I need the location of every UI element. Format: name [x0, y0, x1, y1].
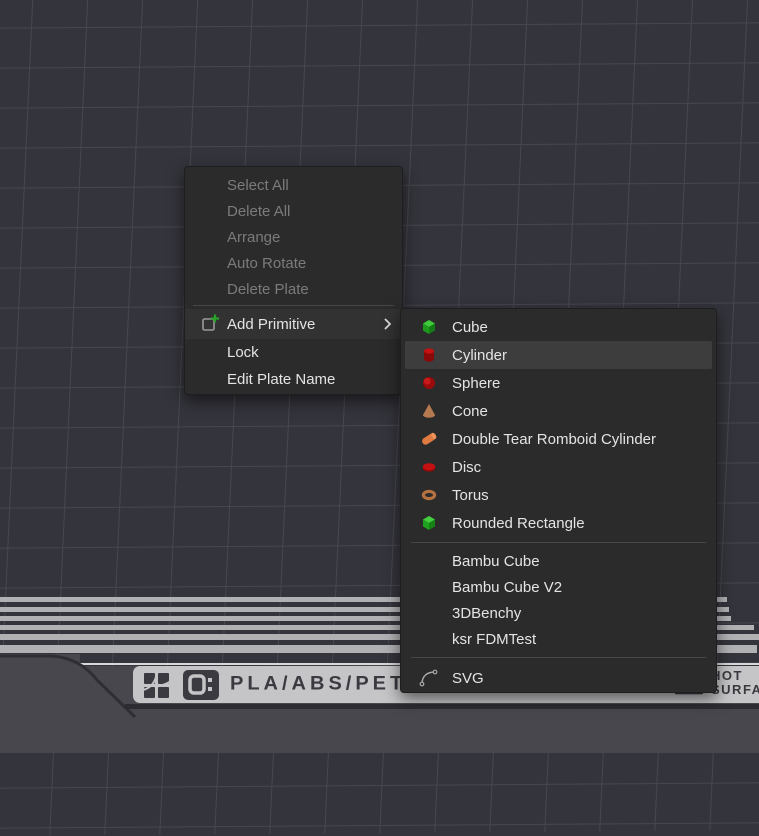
submenu-item-svg[interactable]: SVG [405, 663, 712, 693]
submenu-item-label: Rounded Rectangle [452, 515, 585, 532]
bezier-curve-icon [418, 668, 440, 688]
submenu-item-label: ksr FDMTest [452, 631, 536, 648]
submenu-item-cube[interactable]: Cube [405, 313, 712, 341]
chevron-right-icon [383, 317, 392, 331]
submenu-separator [411, 542, 706, 543]
menu-item-label: Select All [227, 177, 289, 194]
bambu-windmill-logo [142, 670, 172, 700]
menu-item-edit-plate-name[interactable]: Edit Plate Name [185, 366, 402, 393]
submenu-item-disc[interactable]: Disc [405, 453, 712, 481]
menu-item-label: Lock [227, 344, 259, 361]
submenu-item-label: Cone [452, 403, 488, 420]
menu-item-label: Arrange [227, 229, 280, 246]
menu-separator [193, 305, 394, 306]
submenu-item-double-tear-romboid-cylinder[interactable]: Double Tear Romboid Cylinder [405, 425, 712, 453]
add-primitive-submenu: Cube Cylinder Sphere Cone [400, 308, 717, 693]
submenu-item-label: Disc [452, 459, 481, 476]
plate-context-menu: Select All Delete All Arrange Auto Rotat… [184, 166, 403, 395]
cone-icon [418, 401, 440, 421]
submenu-item-rounded-rectangle[interactable]: Rounded Rectangle [405, 509, 712, 537]
menu-item-add-primitive[interactable]: Add Primitive [185, 309, 402, 339]
submenu-item-label: Bambu Cube V2 [452, 579, 562, 596]
plate-material-label: PLA/ABS/PETG [230, 674, 426, 696]
submenu-item-label: Cube [452, 319, 488, 336]
menu-item-label: Edit Plate Name [227, 371, 335, 388]
plate-marker-icon [183, 670, 219, 700]
submenu-item-label: SVG [452, 670, 484, 687]
submenu-item-label: Bambu Cube [452, 553, 540, 570]
submenu-item-label: Cylinder [452, 347, 507, 364]
torus-icon [418, 485, 440, 505]
sphere-icon [418, 373, 440, 393]
cylinder-icon [418, 345, 440, 365]
plate-seam [125, 704, 759, 709]
submenu-item-bambu-cube-v2[interactable]: Bambu Cube V2 [405, 574, 712, 600]
rounded-rectangle-icon [418, 513, 440, 533]
menu-item-arrange: Arrange [185, 224, 402, 250]
submenu-item-label: Double Tear Romboid Cylinder [452, 431, 656, 448]
romboid-cylinder-icon [418, 429, 440, 449]
submenu-separator [411, 657, 706, 658]
submenu-item-torus[interactable]: Torus [405, 481, 712, 509]
cube-icon [418, 317, 440, 337]
menu-item-lock[interactable]: Lock [185, 339, 402, 366]
add-primitive-icon [193, 314, 227, 334]
submenu-item-label: Torus [452, 487, 489, 504]
menu-item-label: Delete Plate [227, 281, 309, 298]
submenu-item-label: Sphere [452, 375, 500, 392]
menu-item-auto-rotate: Auto Rotate [185, 250, 402, 276]
hot-surface-line2: SURFACE [711, 682, 759, 697]
submenu-item-label: 3DBenchy [452, 605, 521, 622]
disc-icon [418, 457, 440, 477]
menu-item-label: Add Primitive [227, 316, 315, 333]
submenu-item-sphere[interactable]: Sphere [405, 369, 712, 397]
submenu-item-bambu-cube[interactable]: Bambu Cube [405, 548, 712, 574]
submenu-item-ksr-fdmtest[interactable]: ksr FDMTest [405, 626, 712, 652]
menu-item-select-all: Select All [185, 172, 402, 198]
menu-item-label: Auto Rotate [227, 255, 306, 272]
menu-item-delete-all: Delete All [185, 198, 402, 224]
submenu-item-cone[interactable]: Cone [405, 397, 712, 425]
submenu-item-3dbenchy[interactable]: 3DBenchy [405, 600, 712, 626]
menu-item-label: Delete All [227, 203, 290, 220]
submenu-item-cylinder[interactable]: Cylinder [405, 341, 712, 369]
menu-item-delete-plate: Delete Plate [185, 276, 402, 302]
